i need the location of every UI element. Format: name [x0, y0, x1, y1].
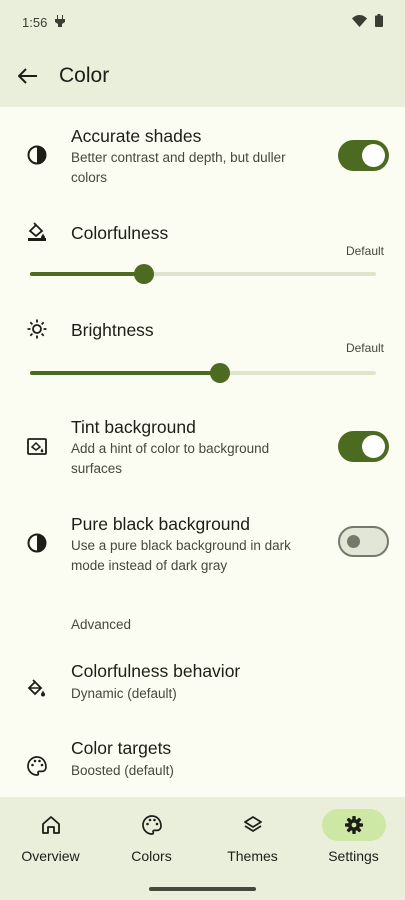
page-title: Color: [59, 63, 110, 87]
switch-knob: [362, 435, 385, 458]
status-bar: 1:56: [0, 0, 405, 44]
nav-item-themes[interactable]: Themes: [202, 809, 303, 869]
status-time: 1:56: [22, 14, 48, 30]
setting-brightness: Brightness Default: [0, 301, 405, 398]
slider-fill: [30, 272, 145, 276]
nav-item-settings[interactable]: Settings: [303, 809, 404, 869]
nav-pill: [19, 809, 83, 841]
top-app-bar: Color: [0, 44, 405, 107]
colorfulness-slider[interactable]: [30, 264, 376, 284]
arrow-back-icon: [18, 67, 37, 84]
setting-title: Brightness: [71, 320, 154, 340]
setting-accurate-shades[interactable]: Accurate shades Better contrast and dept…: [0, 107, 405, 204]
nav-pill: [120, 809, 184, 841]
setting-colorfulness: Colorfulness Default: [0, 204, 405, 301]
brightness-icon: [26, 318, 48, 340]
setting-title: Color targets: [71, 738, 172, 758]
settings-list: Accurate shades Better contrast and dept…: [0, 107, 405, 797]
slider-default-label: Default: [345, 341, 384, 355]
slider-thumb[interactable]: [134, 264, 155, 284]
setting-pure-black-background[interactable]: Pure black background Use a pure black b…: [0, 495, 405, 592]
switch-knob: [347, 535, 360, 548]
section-header-advanced: Advanced: [71, 617, 132, 632]
tint-background-icon: [26, 435, 48, 457]
nav-label: Overview: [21, 848, 80, 864]
wifi-icon: [352, 14, 367, 30]
setting-title: Pure black background: [71, 514, 250, 534]
setting-subtitle: Better contrast and depth, but duller co…: [71, 150, 286, 185]
switch-knob: [362, 144, 385, 167]
nav-label: Themes: [227, 848, 278, 864]
setting-subtitle: Boosted (default): [71, 763, 174, 778]
nav-item-overview[interactable]: Overview: [0, 809, 101, 869]
nav-pill: [321, 809, 386, 841]
home-indicator[interactable]: [149, 887, 256, 891]
gear-icon: [344, 816, 363, 834]
slider-default-label: Default: [345, 244, 384, 258]
back-button[interactable]: [16, 64, 40, 88]
accurate-shades-switch[interactable]: [338, 140, 389, 171]
nav-label: Colors: [131, 848, 172, 864]
tint-background-switch[interactable]: [338, 431, 389, 462]
format-color-fill-icon: [26, 678, 48, 700]
brightness-slider[interactable]: [30, 363, 376, 383]
format-paint-icon: [26, 221, 48, 243]
setting-title: Tint background: [71, 417, 196, 437]
setting-subtitle: Use a pure black background in dark mode…: [71, 538, 291, 573]
contrast-icon: [26, 144, 48, 166]
battery-icon: [375, 14, 383, 30]
nav-pill: [221, 809, 285, 841]
setting-title: Accurate shades: [71, 126, 202, 146]
palette-icon: [141, 815, 162, 835]
nav-item-colors[interactable]: Colors: [101, 809, 202, 869]
setting-subtitle: Dynamic (default): [71, 686, 177, 701]
setting-title: Colorfulness behavior: [71, 661, 241, 681]
slider-fill: [30, 371, 221, 375]
layers-icon: [243, 816, 262, 832]
bottom-navigation: Overview Colors Themes Settings: [0, 797, 405, 900]
setting-tint-background[interactable]: Tint background Add a hint of color to b…: [0, 398, 405, 495]
contrast-icon: [26, 532, 48, 554]
palette-icon: [26, 755, 48, 777]
setting-color-targets[interactable]: Color targets Boosted (default): [0, 727, 405, 797]
setting-colorfulness-behavior[interactable]: Colorfulness behavior Dynamic (default): [0, 649, 405, 727]
setting-title: Colorfulness: [71, 223, 169, 243]
usb-icon: [55, 14, 66, 30]
pure-black-switch[interactable]: [338, 526, 389, 557]
nav-label: Settings: [328, 848, 379, 864]
slider-thumb[interactable]: [210, 363, 231, 383]
setting-subtitle: Add a hint of color to background surfac…: [71, 441, 270, 476]
home-icon: [41, 816, 60, 834]
